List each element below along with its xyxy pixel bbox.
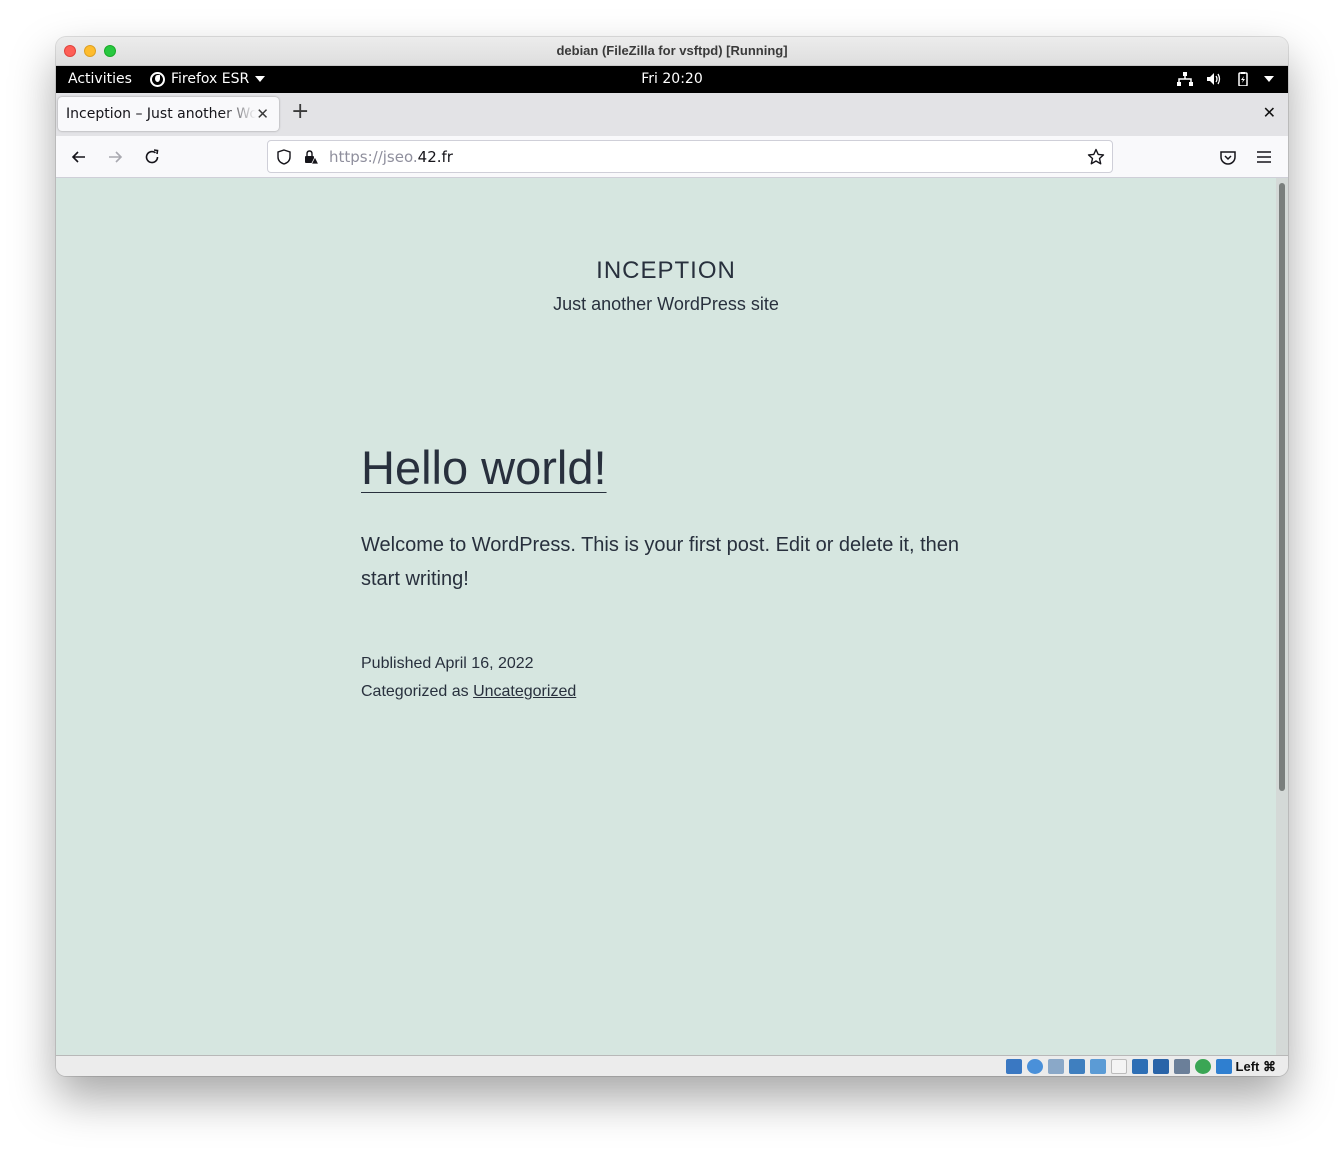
virtualbox-status-bar: Left ⌘	[56, 1055, 1288, 1076]
host-key-label[interactable]: Left ⌘	[1236, 1059, 1276, 1075]
new-tab-button[interactable]: +	[291, 101, 309, 123]
optical-drive-icon[interactable]	[1027, 1059, 1043, 1074]
forward-icon[interactable]	[105, 147, 125, 167]
url-scheme: https://jseo.	[329, 148, 418, 166]
vm-titlebar: debian (FileZilla for vsftpd) [Running]	[56, 37, 1288, 66]
category-line: Categorized as Uncategorized	[361, 678, 576, 706]
network-adapter-icon[interactable]	[1069, 1059, 1085, 1074]
bookmark-star-icon[interactable]	[1087, 148, 1105, 166]
category-prefix: Categorized as	[361, 683, 474, 700]
hamburger-menu-icon[interactable]	[1254, 147, 1274, 167]
vm-window-title: debian (FileZilla for vsftpd) [Running]	[556, 43, 788, 58]
recording-icon[interactable]	[1174, 1059, 1190, 1074]
hard-disk-icon[interactable]	[1006, 1059, 1022, 1074]
system-menu-arrow-icon	[1264, 76, 1274, 82]
back-icon[interactable]	[69, 147, 89, 167]
system-tray[interactable]	[1177, 72, 1274, 86]
post-title-link[interactable]: Hello world!	[361, 440, 607, 495]
scrollbar-thumb[interactable]	[1279, 183, 1285, 791]
close-tab-icon[interactable]: ✕	[256, 105, 269, 123]
url-host: 42.fr	[417, 148, 453, 166]
tab-inception[interactable]: Inception – Just another WordPress site …	[58, 97, 279, 131]
url-bar[interactable]: https://jseo.42.fr	[267, 140, 1113, 173]
reload-icon[interactable]	[142, 147, 162, 167]
firefox-nav-bar: https://jseo.42.fr	[56, 136, 1288, 178]
web-page: INCEPTION Just another WordPress site He…	[56, 178, 1276, 1055]
lock-warning-icon[interactable]	[303, 149, 319, 165]
usb-icon[interactable]	[1090, 1059, 1106, 1074]
screen-capture-icon[interactable]	[1153, 1059, 1169, 1074]
post-meta: Published April 16, 2022 Categorized as …	[361, 650, 576, 706]
close-icon[interactable]: ✕	[1263, 103, 1276, 122]
shared-folder-icon[interactable]	[1111, 1059, 1127, 1074]
category-link[interactable]: Uncategorized	[473, 683, 576, 700]
battery-icon	[1238, 72, 1248, 86]
firefox-tab-bar: Inception – Just another WordPress site …	[56, 93, 1288, 136]
display-icon[interactable]	[1132, 1059, 1148, 1074]
url-text[interactable]: https://jseo.42.fr	[329, 148, 453, 166]
tab-title: Inception – Just another WordPress site	[66, 106, 256, 122]
pocket-icon[interactable]	[1218, 147, 1238, 167]
gnome-top-bar: Activities Firefox ESR Fri 20:20	[56, 66, 1288, 93]
vbox-device-icons	[1006, 1059, 1232, 1074]
mouse-integration-icon[interactable]	[1216, 1059, 1232, 1074]
published-date: Published April 16, 2022	[361, 655, 534, 672]
tracking-protection-shield-icon[interactable]	[276, 149, 292, 165]
volume-icon	[1207, 73, 1221, 85]
site-description: Just another WordPress site	[553, 294, 779, 314]
network-icon	[1177, 72, 1193, 86]
cpu-icon[interactable]	[1195, 1059, 1211, 1074]
post-body: Welcome to WordPress. This is your first…	[361, 534, 960, 590]
site-title[interactable]: INCEPTION	[56, 257, 1276, 285]
audio-icon[interactable]	[1048, 1059, 1064, 1074]
clock[interactable]: Fri 20:20	[56, 71, 1288, 87]
virtualbox-window: debian (FileZilla for vsftpd) [Running] …	[56, 37, 1288, 1076]
